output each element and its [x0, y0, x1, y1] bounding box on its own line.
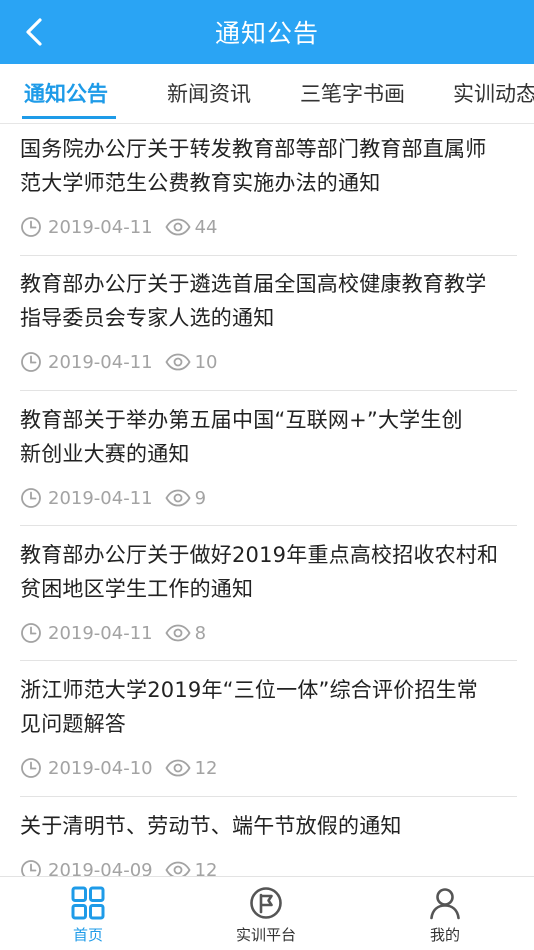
article-views: 12: [194, 859, 218, 877]
article-title: 教育部办公厅关于做好2019年重点高校招收农村和 贫困地区学生工作的通知: [20, 538, 517, 606]
nav-home-icon-wrap: [71, 886, 105, 920]
article-meta: 2019-04-10 12: [20, 753, 517, 783]
nav-training-label: 实训平台: [235, 926, 296, 944]
clock-icon: [21, 758, 41, 778]
list-item[interactable]: 教育部办公厅关于做好2019年重点高校招收农村和 贫困地区学生工作的通知 201…: [20, 538, 517, 661]
nav-home-label: 首页: [72, 926, 103, 944]
article-title: 国务院办公厅关于转发教育部等部门教育部直属师 范大学师范生公费教育实施办法的通知: [20, 132, 517, 200]
article-date: 2019-04-09: [48, 859, 153, 877]
list-item[interactable]: 教育部办公厅关于遴选首届全国高校健康教育教学 指导委员会专家人选的通知 2019…: [20, 267, 517, 391]
flag-circle-icon: [250, 887, 282, 919]
app-header: 通知公告: [0, 0, 534, 64]
article-title-line: 指导委员会专家人选的通知: [20, 306, 275, 330]
article-title: 浙江师范大学2019年“三位一体”综合评价招生常 见问题解答: [20, 673, 517, 741]
article-meta: 2019-04-11 10: [20, 347, 517, 377]
clock-icon: [21, 623, 41, 643]
user-icon: [430, 888, 460, 920]
nav-profile[interactable]: 我的: [385, 877, 505, 950]
nav-home[interactable]: 首页: [28, 877, 148, 950]
clock-icon: [21, 860, 41, 876]
article-meta: 2019-04-11 8: [20, 618, 517, 648]
article-views: 8: [194, 622, 207, 644]
article-views: 12: [194, 757, 218, 779]
article-date: 2019-04-10: [48, 757, 153, 779]
article-views: 10: [194, 351, 218, 373]
list-item[interactable]: 国务院办公厅关于转发教育部等部门教育部直属师 范大学师范生公费教育实施办法的通知…: [20, 132, 517, 256]
category-tabs: 通知公告 新闻资讯 三笔字书画 实训动态: [0, 64, 534, 124]
list-item[interactable]: 教育部关于举办第五届中国“互联网+”大学生创 新创业大赛的通知 2019-04-…: [20, 403, 517, 526]
article-date: 2019-04-11: [48, 351, 153, 373]
tab-notices[interactable]: 通知公告: [24, 64, 108, 123]
list-item[interactable]: 关于清明节、劳动节、端午节放假的通知 2019-04-09 12: [20, 809, 517, 876]
article-title: 教育部办公厅关于遴选首届全国高校健康教育教学 指导委员会专家人选的通知: [20, 267, 517, 335]
article-views: 44: [194, 216, 218, 238]
clock-icon: [21, 352, 41, 372]
article-title-line: 国务院办公厅关于转发教育部等部门教育部直属师: [20, 137, 487, 161]
article-title-line: 新创业大赛的通知: [20, 442, 190, 466]
list-item[interactable]: 浙江师范大学2019年“三位一体”综合评价招生常 见问题解答 2019-04-1…: [20, 673, 517, 797]
tab-calligraphy[interactable]: 三笔字书画: [300, 64, 405, 123]
eye-icon: [165, 218, 191, 236]
article-title-line: 范大学师范生公费教育实施办法的通知: [20, 171, 381, 195]
article-title: 教育部关于举办第五届中国“互联网+”大学生创 新创业大赛的通知: [20, 403, 517, 471]
article-title: 关于清明节、劳动节、端午节放假的通知: [20, 809, 517, 843]
bottom-nav: 首页 实训平台 我的: [0, 876, 534, 950]
nav-training-platform[interactable]: 实训平台: [206, 877, 326, 950]
eye-icon: [165, 759, 191, 777]
article-title-line: 教育部办公厅关于做好2019年重点高校招收农村和: [20, 543, 499, 567]
eye-icon: [165, 624, 191, 642]
article-title-line: 浙江师范大学2019年“三位一体”综合评价招生常: [20, 678, 479, 702]
article-meta: 2019-04-09 12: [20, 855, 517, 876]
page-title: 通知公告: [214, 19, 319, 48]
chevron-left-icon: [26, 18, 42, 46]
article-title-line: 见问题解答: [20, 712, 126, 736]
back-button[interactable]: [12, 12, 56, 52]
article-title-line: 教育部办公厅关于遴选首届全国高校健康教育教学: [20, 272, 487, 296]
eye-icon: [165, 489, 191, 507]
tab-news[interactable]: 新闻资讯: [167, 64, 251, 123]
article-list: 国务院办公厅关于转发教育部等部门教育部直属师 范大学师范生公费教育实施办法的通知…: [0, 124, 534, 876]
grid-icon: [71, 886, 105, 920]
article-meta: 2019-04-11 44: [20, 212, 517, 242]
nav-profile-icon-wrap: [428, 886, 462, 920]
tab-training-news[interactable]: 实训动态: [453, 64, 534, 123]
article-title-line: 关于清明节、劳动节、端午节放假的通知: [20, 814, 402, 838]
article-date: 2019-04-11: [48, 487, 153, 509]
active-tab-indicator: [22, 116, 116, 119]
article-title-line: 教育部关于举办第五届中国“互联网+”大学生创: [20, 408, 463, 432]
article-views: 9: [194, 487, 207, 509]
clock-icon: [21, 488, 41, 508]
nav-profile-label: 我的: [429, 926, 460, 944]
article-title-line: 贫困地区学生工作的通知: [20, 577, 254, 601]
article-meta: 2019-04-11 9: [20, 483, 517, 513]
clock-icon: [21, 217, 41, 237]
article-date: 2019-04-11: [48, 216, 153, 238]
nav-training-icon-wrap: [249, 886, 283, 920]
eye-icon: [165, 353, 191, 371]
eye-icon: [165, 861, 191, 876]
article-date: 2019-04-11: [48, 622, 153, 644]
